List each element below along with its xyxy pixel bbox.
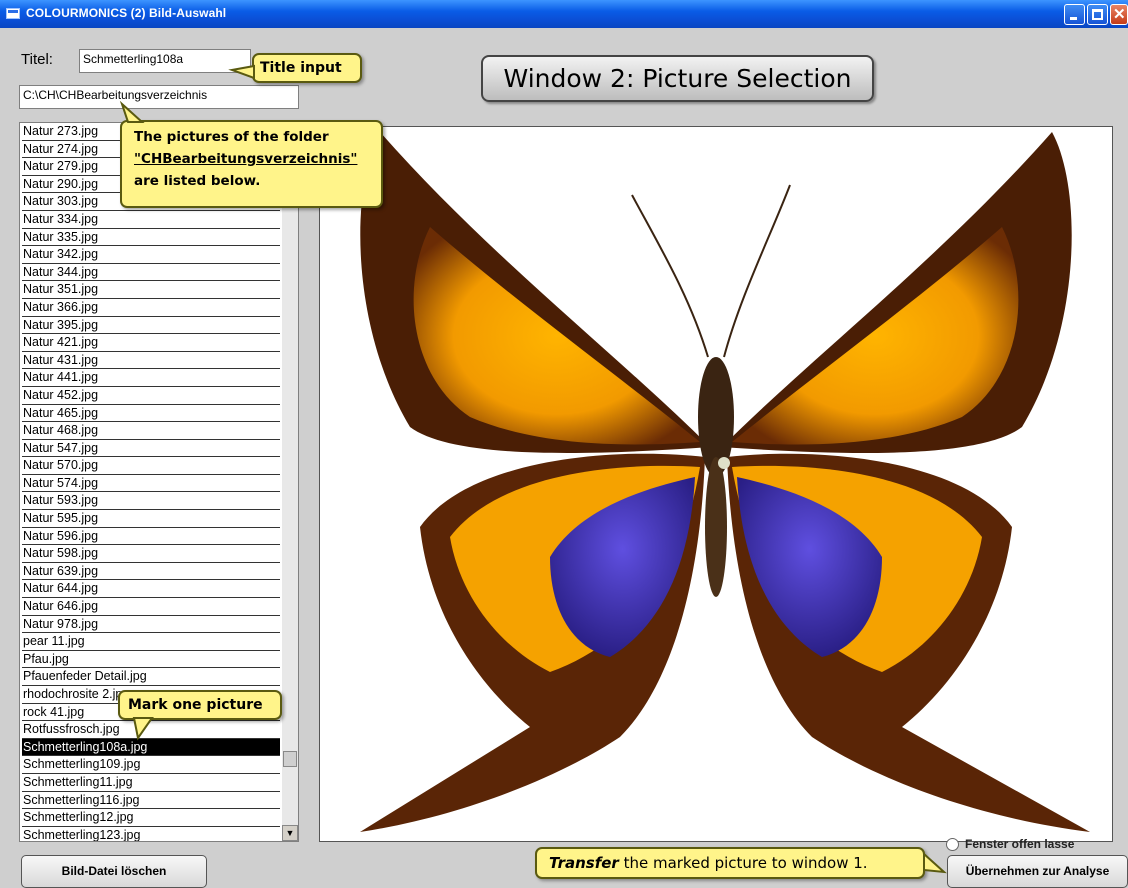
- folder-callout-line2: "CHBearbeitungsverzeichnis": [134, 151, 358, 167]
- file-list-item[interactable]: Natur 598.jpg: [22, 545, 280, 563]
- file-list-item[interactable]: Natur 978.jpg: [22, 616, 280, 634]
- file-list-item[interactable]: Natur 570.jpg: [22, 457, 280, 475]
- file-list-item[interactable]: Pfauenfeder Detail.jpg: [22, 668, 280, 686]
- file-list-item[interactable]: Natur 595.jpg: [22, 510, 280, 528]
- window-title: COLOURMONICS (2) Bild-Auswahl: [26, 6, 227, 20]
- butterfly-image: [360, 132, 1090, 832]
- title-label: Titel:: [21, 51, 53, 68]
- file-list-item[interactable]: Natur 646.jpg: [22, 598, 280, 616]
- file-list-item[interactable]: Natur 547.jpg: [22, 440, 280, 458]
- file-list-item[interactable]: Natur 593.jpg: [22, 492, 280, 511]
- file-list-item[interactable]: Natur 395.jpg: [22, 317, 280, 335]
- folder-callout-line1: The pictures of the folder: [134, 129, 329, 145]
- file-list-item[interactable]: Pfau.jpg: [22, 651, 280, 669]
- file-list-item[interactable]: Natur 441.jpg: [22, 369, 280, 387]
- file-list-item[interactable]: Natur 421.jpg: [22, 334, 280, 352]
- file-list-item[interactable]: Schmetterling116.jpg: [22, 792, 280, 810]
- file-list-item[interactable]: Schmetterling123.jpg: [22, 827, 280, 841]
- file-list-item[interactable]: Natur 465.jpg: [22, 405, 280, 423]
- minimize-button[interactable]: [1064, 4, 1085, 25]
- close-icon: ✕: [1113, 6, 1126, 23]
- scrollbar-thumb[interactable]: [283, 751, 297, 767]
- delete-image-button[interactable]: Bild-Datei löschen: [21, 855, 207, 888]
- file-list-item[interactable]: Natur 335.jpg: [22, 229, 280, 247]
- title-input-callout: Title input: [252, 53, 362, 83]
- file-list-item[interactable]: Natur 366.jpg: [22, 299, 280, 317]
- picture-preview: [319, 126, 1113, 842]
- file-list-item[interactable]: Natur 574.jpg: [22, 475, 280, 493]
- close-button[interactable]: ✕: [1110, 4, 1128, 25]
- mark-callout-tail: [132, 717, 154, 741]
- folder-callout-tail: [119, 100, 145, 123]
- keep-window-open-option[interactable]: Fenster offen lasse: [946, 837, 1126, 853]
- file-list-scrollbar[interactable]: ▼: [282, 123, 298, 841]
- app-icon: [6, 8, 20, 19]
- maximize-button[interactable]: [1087, 4, 1108, 25]
- file-list-item[interactable]: Schmetterling11.jpg: [22, 774, 280, 792]
- title-input[interactable]: Schmetterling108a: [79, 49, 251, 73]
- window-titlebar[interactable]: COLOURMONICS (2) Bild-Auswahl ✕: [0, 0, 1128, 28]
- apply-analysis-button[interactable]: Übernehmen zur Analyse: [947, 855, 1128, 888]
- file-list-item[interactable]: Natur 344.jpg: [22, 264, 280, 282]
- window-heading: Window 2: Picture Selection: [481, 55, 874, 102]
- transfer-callout: Transfer the marked picture to window 1.: [535, 847, 925, 879]
- file-list-item[interactable]: Natur 334.jpg: [22, 211, 280, 229]
- title-callout-tail: [228, 64, 255, 80]
- radio-icon[interactable]: [946, 838, 959, 852]
- folder-path-field[interactable]: C:\CH\CHBearbeitungsverzeichnis: [19, 85, 299, 109]
- file-list-item[interactable]: Natur 431.jpg: [22, 352, 280, 370]
- file-list-item[interactable]: Natur 639.jpg: [22, 563, 280, 581]
- folder-callout: The pictures of the folder "CHBearbeitun…: [120, 120, 383, 208]
- file-list-item[interactable]: Natur 342.jpg: [22, 246, 280, 264]
- file-list-item[interactable]: Schmetterling109.jpg: [22, 756, 280, 774]
- file-list-item[interactable]: Natur 596.jpg: [22, 528, 280, 546]
- file-list-item[interactable]: Natur 452.jpg: [22, 387, 280, 405]
- folder-callout-line3: are listed below.: [134, 173, 261, 189]
- file-list-item[interactable]: Natur 351.jpg: [22, 281, 280, 299]
- file-list-item[interactable]: pear 11.jpg: [22, 633, 280, 651]
- keep-window-open-label: Fenster offen lasse: [965, 837, 1075, 851]
- scroll-down-arrow-icon[interactable]: ▼: [282, 825, 298, 841]
- file-list-item[interactable]: Natur 468.jpg: [22, 422, 280, 440]
- file-list-item[interactable]: Natur 644.jpg: [22, 580, 280, 599]
- file-list-item[interactable]: Schmetterling12.jpg: [22, 809, 280, 827]
